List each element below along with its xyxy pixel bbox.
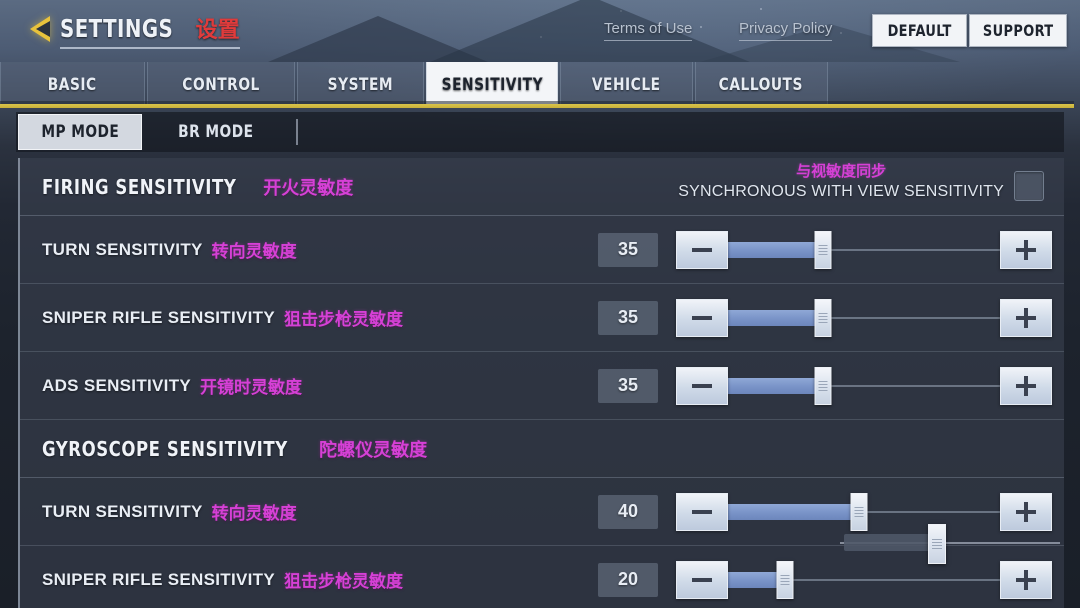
subtab-mp-mode[interactable]: MP MODE xyxy=(18,114,142,150)
subtab-mp-mode-label: MP MODE xyxy=(41,122,119,142)
slider-track[interactable] xyxy=(728,298,1000,337)
support-button[interactable]: SUPPORT xyxy=(969,14,1067,47)
page-title: SETTINGS 设置 xyxy=(60,12,240,49)
section-header-gyroscope-sensitivity: GYROSCOPE SENSITIVITY 陀螺仪灵敏度 xyxy=(20,420,1064,478)
minus-icon xyxy=(692,509,712,514)
terms-of-use-link[interactable]: Terms of Use xyxy=(604,20,693,41)
minus-icon xyxy=(692,247,712,252)
row-label-cn: 狙击步枪灵敏度 xyxy=(283,310,403,329)
slider-control: 20 xyxy=(598,560,1052,599)
slider-control: 35 xyxy=(598,366,1052,405)
privacy-policy-link[interactable]: Privacy Policy xyxy=(739,20,833,41)
increment-button[interactable] xyxy=(1000,230,1052,269)
section-title-cn: 陀螺仪灵敏度 xyxy=(319,439,428,460)
subtab-divider xyxy=(296,119,298,145)
increment-button[interactable] xyxy=(1000,298,1052,337)
decrement-button[interactable] xyxy=(676,492,728,531)
default-button-label: DEFAULT xyxy=(887,21,952,40)
setting-row-sniper-rifle-sensitivity: SNIPER RIFLE SENSITIVITY 狙击步枪灵敏度 35 xyxy=(20,284,1064,352)
decrement-button[interactable] xyxy=(676,230,728,269)
tab-basic-label: BASIC xyxy=(48,74,97,95)
row-label-en: ADS SENSITIVITY xyxy=(42,375,192,395)
slider-control: 35 xyxy=(598,230,1052,269)
section-header-firing-sensitivity: FIRING SENSITIVITY 开火灵敏度 与视敏度同步 SYNCHRON… xyxy=(20,158,1064,216)
slider-track[interactable] xyxy=(728,230,1000,269)
setting-row-ads-sensitivity: ADS SENSITIVITY 开镜时灵敏度 35 xyxy=(20,352,1064,420)
slider-thumb[interactable] xyxy=(814,298,832,337)
increment-button[interactable] xyxy=(1000,492,1052,531)
slider-control: 35 xyxy=(598,298,1052,337)
row-label-cn: 转向灵敏度 xyxy=(211,242,297,261)
minus-icon xyxy=(692,315,712,320)
increment-button[interactable] xyxy=(1000,366,1052,405)
tab-system-label: SYSTEM xyxy=(327,74,394,95)
slider-thumb[interactable] xyxy=(776,560,794,599)
header-bar: SETTINGS 设置 Terms of Use Privacy Policy … xyxy=(0,0,1080,58)
slider-track-fill xyxy=(728,503,859,520)
row-label-en: TURN SENSITIVITY xyxy=(42,239,203,259)
row-label-en: TURN SENSITIVITY xyxy=(42,501,203,521)
mode-sub-tab-bar: MP MODE BR MODE xyxy=(16,112,1064,152)
slider-track-fill xyxy=(728,377,824,394)
minus-icon xyxy=(692,577,712,582)
decrement-button[interactable] xyxy=(676,366,728,405)
slider-track[interactable] xyxy=(728,366,1000,405)
sync-label-cn: 与视敏度同步 xyxy=(796,163,887,180)
row-label-en: SNIPER RIFLE SENSITIVITY xyxy=(42,307,275,327)
row-label-cn: 开镜时灵敏度 xyxy=(200,378,303,397)
sync-checkbox[interactable] xyxy=(1014,171,1044,201)
value-display: 35 xyxy=(598,232,658,267)
value-display: 35 xyxy=(598,300,658,335)
setting-row-gyro-turn-sensitivity: TURN SENSITIVITY 转向灵敏度 40 xyxy=(20,478,1064,546)
row-label-en: SNIPER RIFLE SENSITIVITY xyxy=(42,569,275,589)
value-display: 20 xyxy=(598,562,658,597)
sync-label-en: SYNCHRONOUS WITH VIEW SENSITIVITY xyxy=(678,183,1004,200)
section-title-cn: 开火灵敏度 xyxy=(263,177,354,198)
tab-sensitivity-label: SENSITIVITY xyxy=(441,74,543,95)
slider-track[interactable] xyxy=(728,492,1000,531)
tab-underline xyxy=(0,104,1074,108)
slider-thumb[interactable] xyxy=(814,366,832,405)
slider-track-fill xyxy=(728,309,824,326)
slider-track-fill xyxy=(728,241,824,258)
tab-vehicle-label: VEHICLE xyxy=(591,74,661,95)
slider-thumb[interactable] xyxy=(850,492,868,531)
row-label-cn: 狙击步枪灵敏度 xyxy=(283,572,403,591)
value-display: 35 xyxy=(598,368,658,403)
slider-control: 40 xyxy=(598,492,1052,531)
support-button-label: SUPPORT xyxy=(982,21,1054,40)
setting-row-turn-sensitivity: TURN SENSITIVITY 转向灵敏度 35 xyxy=(20,216,1064,284)
value-display: 40 xyxy=(598,494,658,529)
increment-button[interactable] xyxy=(1000,560,1052,599)
page-title-en: SETTINGS xyxy=(60,14,174,43)
default-button[interactable]: DEFAULT xyxy=(872,14,967,47)
tab-control-label: CONTROL xyxy=(182,74,260,95)
row-label-cn: 转向灵敏度 xyxy=(211,504,297,523)
sync-with-view-sensitivity-row: 与视敏度同步 SYNCHRONOUS WITH VIEW SENSITIVITY xyxy=(678,162,1044,203)
setting-row-gyro-sniper-rifle-sensitivity: SNIPER RIFLE SENSITIVITY 狙击步枪灵敏度 20 xyxy=(20,546,1064,608)
decrement-button[interactable] xyxy=(676,298,728,337)
slider-track[interactable] xyxy=(728,560,1000,599)
settings-screen: SETTINGS 设置 Terms of Use Privacy Policy … xyxy=(0,0,1080,608)
slider-thumb[interactable] xyxy=(814,230,832,269)
back-arrow-icon[interactable] xyxy=(22,12,56,46)
settings-scroll-panel[interactable]: FIRING SENSITIVITY 开火灵敏度 与视敏度同步 SYNCHRON… xyxy=(18,158,1064,608)
decrement-button[interactable] xyxy=(676,560,728,599)
minus-icon xyxy=(692,383,712,388)
tab-callouts-label: CALLOUTS xyxy=(719,74,804,95)
subtab-br-mode-label: BR MODE xyxy=(178,122,254,142)
subtab-br-mode[interactable]: BR MODE xyxy=(152,114,280,150)
page-title-cn: 设置 xyxy=(195,17,240,42)
section-title-en: GYROSCOPE SENSITIVITY xyxy=(42,436,288,461)
section-title-en: FIRING SENSITIVITY xyxy=(42,174,237,199)
